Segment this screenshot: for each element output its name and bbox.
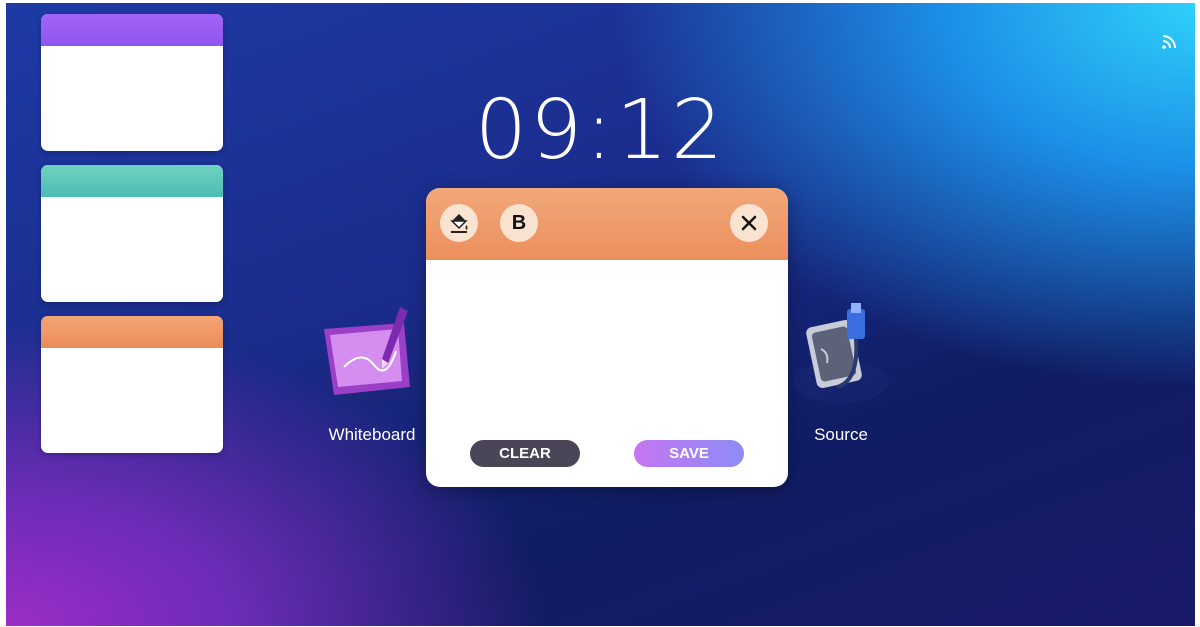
card-orange-header [41, 316, 223, 348]
note-dialog: B CLEAR SAVE [426, 188, 788, 487]
clear-button[interactable]: CLEAR [470, 440, 580, 467]
whiteboard-icon [312, 301, 432, 421]
close-icon[interactable] [730, 204, 768, 242]
app-whiteboard[interactable]: Whiteboard [312, 301, 432, 445]
clock-time: 09:12 [474, 83, 727, 178]
card-orange[interactable] [41, 316, 223, 453]
card-teal[interactable] [41, 165, 223, 302]
card-purple-header [41, 14, 223, 46]
rss-icon [1162, 35, 1176, 49]
home-screen: 09:12 Whiteboard Source B CLEAR SAVE [6, 3, 1195, 626]
app-source-label: Source [814, 425, 868, 444]
bold-icon[interactable]: B [500, 204, 538, 242]
app-whiteboard-label: Whiteboard [328, 425, 416, 444]
save-button[interactable]: SAVE [634, 440, 744, 467]
note-text-area[interactable] [426, 260, 788, 430]
source-icon [781, 301, 901, 421]
app-source[interactable]: Source [781, 301, 901, 445]
note-dialog-toolbar: B [426, 188, 788, 260]
paint-bucket-icon[interactable] [440, 204, 478, 242]
